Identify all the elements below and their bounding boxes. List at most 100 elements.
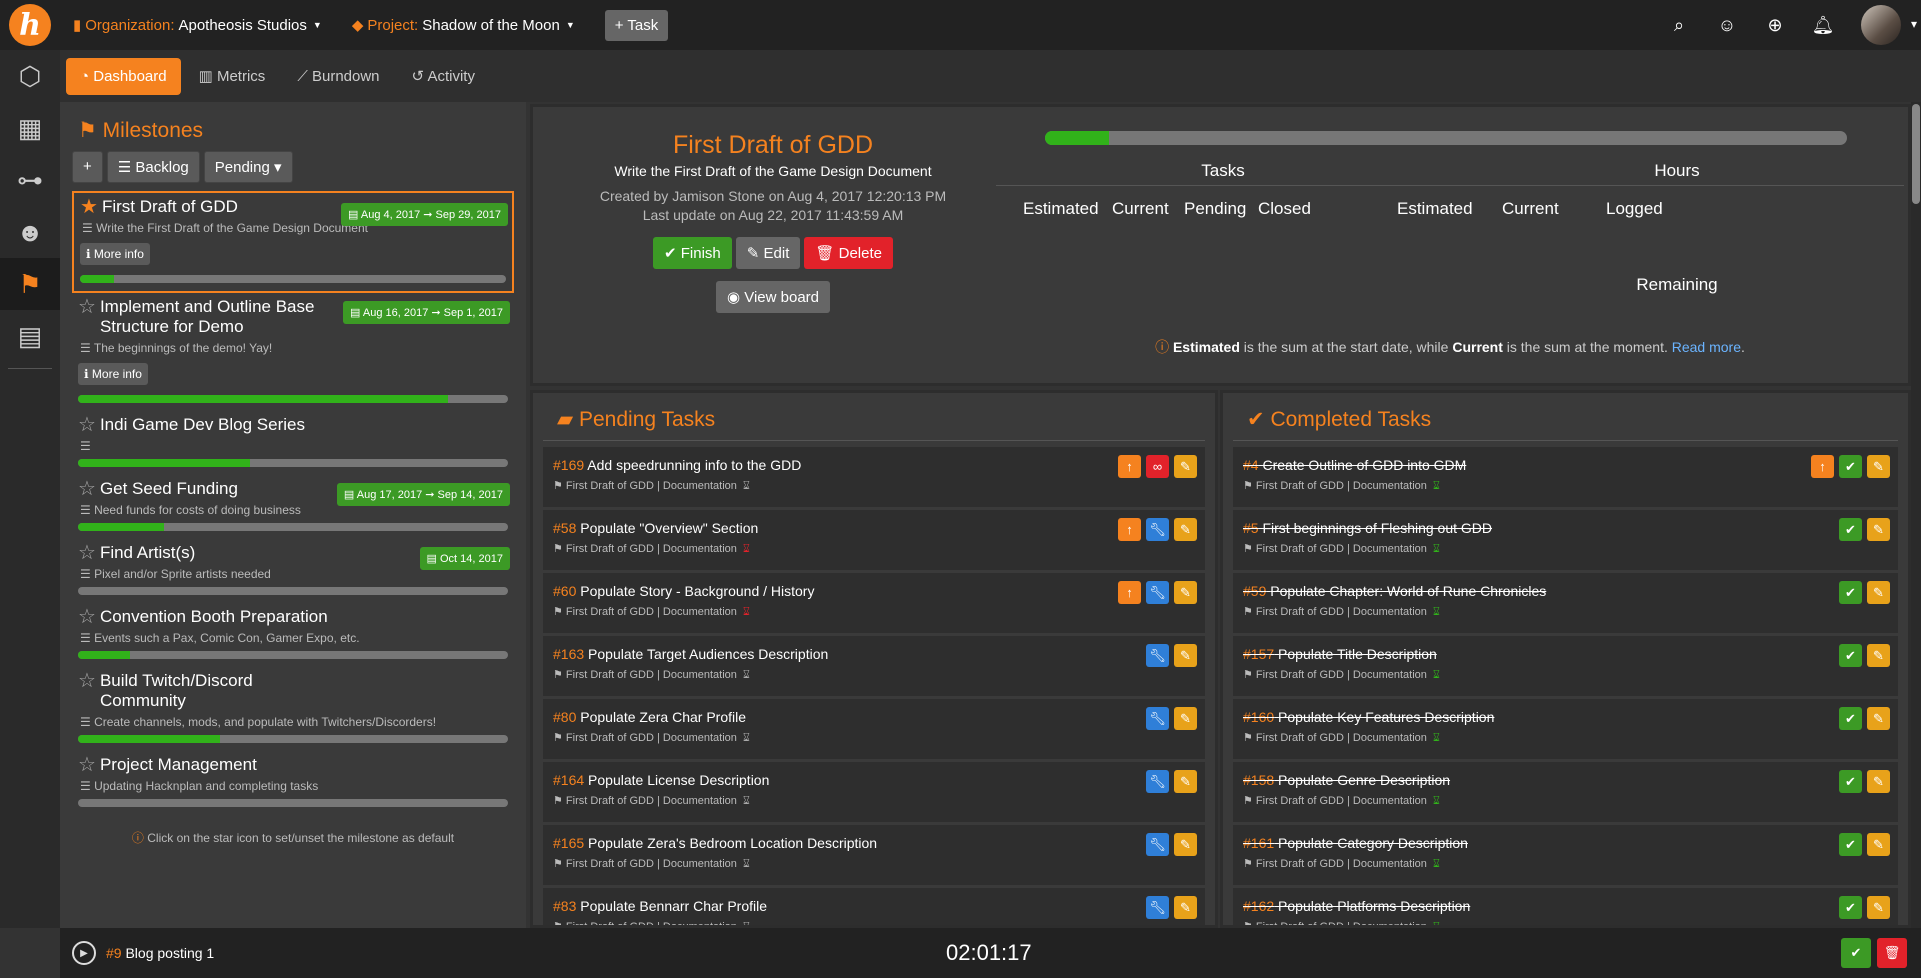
active-task[interactable]: #9 Blog posting 1: [106, 945, 214, 961]
milestone-item[interactable]: ☆ Get Seed Funding ▤ Aug 17, 2017 ➞ Sep 14…: [72, 475, 514, 539]
task-title[interactable]: #158 Populate Genre Description: [1243, 772, 1888, 788]
check-icon[interactable]: ✔: [1839, 770, 1862, 793]
milestone-title[interactable]: Convention Booth Preparation: [100, 607, 328, 627]
task-card[interactable]: #83 Populate Bennarr Char Profile ⚑ First…: [543, 888, 1205, 925]
tab-metrics[interactable]: ▥ Metrics: [185, 57, 280, 95]
pending-filter-dropdown[interactable]: Pending ▾: [203, 151, 293, 183]
add-task-button[interactable]: + Task: [604, 9, 669, 41]
wrench-icon[interactable]: 🔧︎: [1146, 707, 1169, 730]
pencil-icon[interactable]: ✎: [1867, 581, 1890, 604]
task-card[interactable]: #160 Populate Key Features Description ⚑ …: [1233, 699, 1898, 759]
blocked-icon[interactable]: ∞: [1146, 455, 1169, 478]
star-icon[interactable]: ☆: [78, 607, 96, 627]
check-icon[interactable]: ✔: [1839, 833, 1862, 856]
tab-activity[interactable]: ↺ Activity: [398, 57, 489, 95]
calendar-icon[interactable]: ▤: [0, 310, 60, 362]
more-info-button[interactable]: ℹ More info: [80, 243, 150, 265]
task-card[interactable]: #169 Add speedrunning info to the GDD ⚑ F…: [543, 447, 1205, 507]
pencil-icon[interactable]: ✎: [1174, 833, 1197, 856]
pencil-icon[interactable]: ✎: [1174, 518, 1197, 541]
pencil-icon[interactable]: ✎: [1867, 455, 1890, 478]
priority-up-icon[interactable]: ↑: [1118, 518, 1141, 541]
pencil-icon[interactable]: ✎: [1867, 833, 1890, 856]
avatar[interactable]: [1861, 5, 1917, 45]
milestone-title[interactable]: First Draft of GDD: [102, 197, 238, 217]
task-title[interactable]: #164 Populate License Description: [553, 772, 1195, 788]
priority-up-icon[interactable]: ↑: [1811, 455, 1834, 478]
more-info-button[interactable]: ℹ More info: [78, 363, 148, 385]
organization-selector[interactable]: ▮ Organization: Apotheosis Studios ▼: [73, 16, 322, 35]
wrench-icon[interactable]: 🔧︎: [1146, 770, 1169, 793]
complete-timer-button[interactable]: ✔: [1841, 938, 1871, 968]
task-title[interactable]: #4 Create Outline of GDD into GDM: [1243, 457, 1888, 473]
smiley-icon[interactable]: ☺: [1703, 15, 1751, 36]
pencil-icon[interactable]: ✎: [1174, 581, 1197, 604]
milestone-item[interactable]: ☆ Project Management ☰ Updating Hacknplan …: [72, 751, 514, 815]
star-icon[interactable]: ☆: [78, 297, 96, 317]
search-icon[interactable]: ⌕: [1655, 15, 1703, 36]
cube-icon[interactable]: ⬡: [0, 50, 60, 102]
task-card[interactable]: #161 Populate Category Description ⚑ Firs…: [1233, 825, 1898, 885]
task-card[interactable]: #157 Populate Title Description ⚑ First D…: [1233, 636, 1898, 696]
task-title[interactable]: #58 Populate "Overview" Section: [553, 520, 1195, 536]
edit-button[interactable]: ✎ Edit: [735, 237, 801, 269]
star-icon[interactable]: ☆: [78, 671, 96, 691]
star-icon[interactable]: ☆: [78, 543, 96, 563]
project-selector[interactable]: ◆ Project: Shadow of the Moon ▼: [352, 16, 575, 35]
pencil-icon[interactable]: ✎: [1174, 770, 1197, 793]
priority-up-icon[interactable]: ↑: [1118, 455, 1141, 478]
check-icon[interactable]: ✔: [1839, 455, 1862, 478]
check-icon[interactable]: ✔: [1839, 581, 1862, 604]
milestone-item[interactable]: ☆ Build Twitch/Discord Community ☰ Create …: [72, 667, 514, 751]
wrench-icon[interactable]: 🔧︎: [1146, 896, 1169, 919]
task-card[interactable]: #162 Populate Platforms Description ⚑ Fir…: [1233, 888, 1898, 925]
task-title[interactable]: #80 Populate Zera Char Profile: [553, 709, 1195, 725]
pencil-icon[interactable]: ✎: [1867, 518, 1890, 541]
milestone-title[interactable]: Implement and Outline Base Structure for…: [100, 297, 340, 337]
add-milestone-button[interactable]: +: [72, 151, 103, 183]
task-title[interactable]: #161 Populate Category Description: [1243, 835, 1888, 851]
task-title[interactable]: #165 Populate Zera's Bedroom Location De…: [553, 835, 1195, 851]
task-title[interactable]: #5 First beginnings of Fleshing out GDD: [1243, 520, 1888, 536]
milestone-title[interactable]: Project Management: [100, 755, 257, 775]
pencil-icon[interactable]: ✎: [1867, 770, 1890, 793]
app-logo[interactable]: h: [9, 4, 51, 46]
milestone-title[interactable]: Build Twitch/Discord Community: [100, 671, 340, 711]
task-card[interactable]: #59 Populate Chapter: World of Rune Chro…: [1233, 573, 1898, 633]
bell-icon[interactable]: 🔔︎: [1799, 15, 1847, 36]
wrench-icon[interactable]: 🔧︎: [1146, 644, 1169, 667]
pencil-icon[interactable]: ✎: [1867, 896, 1890, 919]
pencil-icon[interactable]: ✎: [1174, 896, 1197, 919]
check-icon[interactable]: ✔: [1839, 644, 1862, 667]
task-card[interactable]: #5 First beginnings of Fleshing out GDD ⚑…: [1233, 510, 1898, 570]
milestone-item[interactable]: ☆ Implement and Outline Base Structure fo…: [72, 293, 514, 411]
milestone-title[interactable]: Find Artist(s): [100, 543, 195, 563]
milestone-title[interactable]: Indi Game Dev Blog Series: [100, 415, 305, 435]
milestone-item[interactable]: ★ First Draft of GDD ▤ Aug 4, 2017 ➞ Sep 2…: [72, 191, 514, 293]
pencil-icon[interactable]: ✎: [1867, 707, 1890, 730]
page-scrollbar[interactable]: [1911, 102, 1921, 928]
tab-dashboard[interactable]: ◔ Dashboard: [66, 57, 181, 95]
help-icon[interactable]: ⊕: [1751, 15, 1799, 36]
task-card[interactable]: #60 Populate Story - Background / Histor…: [543, 573, 1205, 633]
dashboard-grid-icon[interactable]: ▦: [0, 102, 60, 154]
task-title[interactable]: #160 Populate Key Features Description: [1243, 709, 1888, 725]
finish-button[interactable]: ✔ Finish: [653, 237, 732, 269]
milestone-item[interactable]: ☆ Indi Game Dev Blog Series ☰: [72, 411, 514, 475]
delete-button[interactable]: 🗑︎ Delete: [804, 237, 893, 269]
pencil-icon[interactable]: ✎: [1867, 644, 1890, 667]
task-card[interactable]: #163 Populate Target Audiences Descripti…: [543, 636, 1205, 696]
read-more-link[interactable]: Read more: [1672, 339, 1741, 355]
pencil-icon[interactable]: ✎: [1174, 455, 1197, 478]
task-title[interactable]: #162 Populate Platforms Description: [1243, 898, 1888, 914]
priority-up-icon[interactable]: ↑: [1118, 581, 1141, 604]
milestone-item[interactable]: ☆ Find Artist(s) ▤ Oct 14, 2017 ☰ Pixel and…: [72, 539, 514, 603]
task-card[interactable]: #58 Populate "Overview" Section ⚑ First D…: [543, 510, 1205, 570]
wrench-icon[interactable]: 🔧︎: [1146, 518, 1169, 541]
task-card[interactable]: #158 Populate Genre Description ⚑ First D…: [1233, 762, 1898, 822]
users-icon[interactable]: ☻: [0, 206, 60, 258]
star-icon[interactable]: ★: [80, 197, 98, 217]
wrench-icon[interactable]: 🔧︎: [1146, 581, 1169, 604]
task-card[interactable]: #80 Populate Zera Char Profile ⚑ First Dr…: [543, 699, 1205, 759]
play-icon[interactable]: ▶: [72, 941, 96, 965]
